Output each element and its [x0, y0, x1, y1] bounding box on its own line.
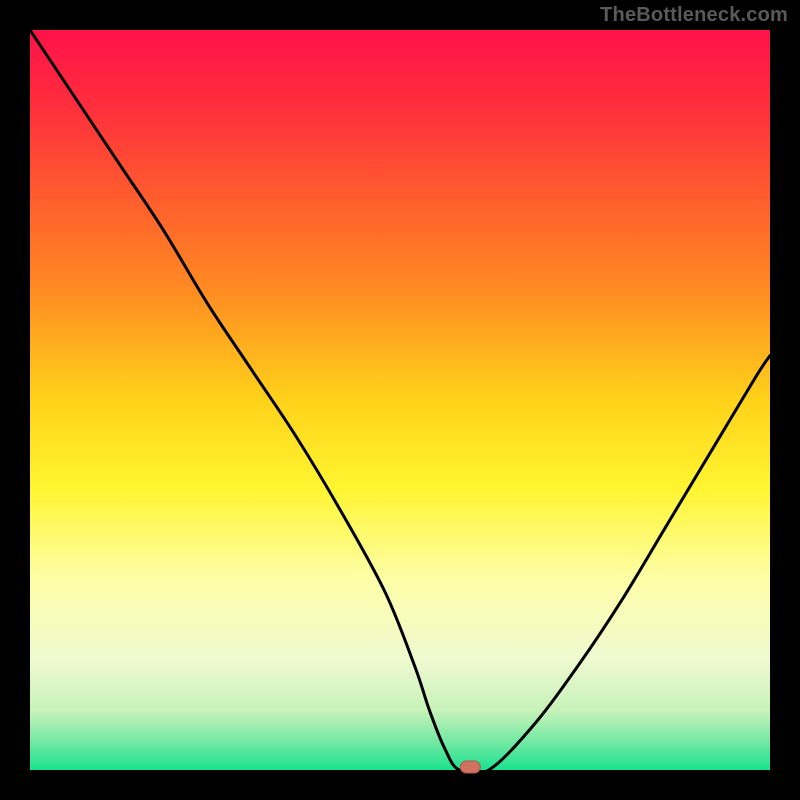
- optimum-marker: [460, 761, 480, 773]
- bottleneck-curve-chart: [0, 0, 800, 800]
- plot-background: [30, 30, 770, 770]
